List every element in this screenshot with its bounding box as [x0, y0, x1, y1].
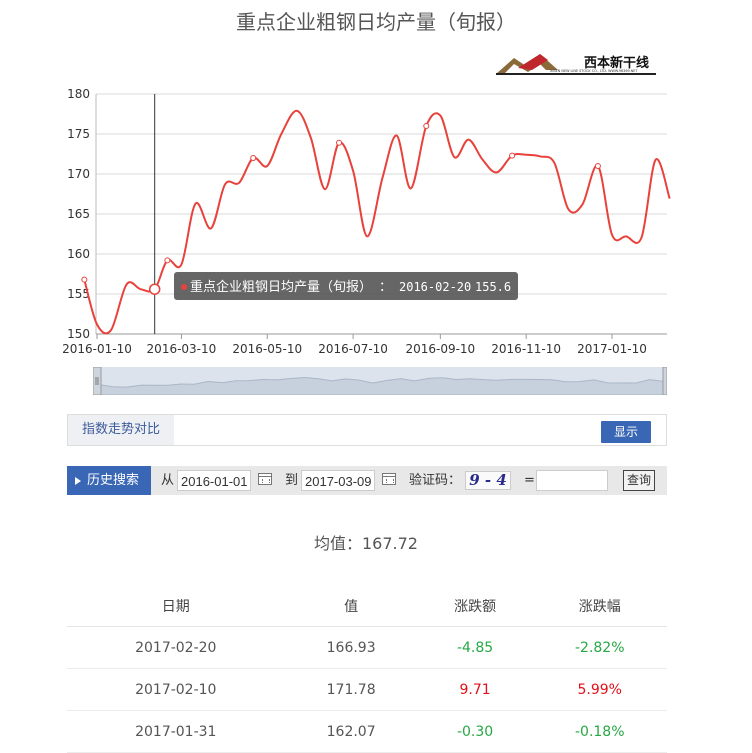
y-tick-label: 150 [67, 327, 90, 341]
index-compare-bar: 指数走势对比 显示 [67, 414, 667, 446]
calendar-icon[interactable] [382, 473, 396, 485]
x-tick-label: 2016-09-10 [405, 342, 475, 356]
chart-tooltip: 重点企业粗钢日均产量（旬报） ： 2016-02-20 155.6 [174, 272, 518, 300]
captcha-answer-input[interactable] [536, 470, 608, 491]
y-tick-label: 170 [67, 167, 90, 181]
cell-pct: 5.99% [532, 668, 667, 711]
x-axis: 2016-01-10 2016-03-10 2016-05-10 2016-07-10… [62, 334, 647, 356]
navigator-right-handle [662, 367, 667, 395]
data-point-markers [81, 123, 601, 295]
table-row: 2017-02-10 171.78 9.71 5.99% [67, 668, 667, 711]
captcha-image: 9 - 4 [465, 471, 511, 490]
mean-value: 均值：167.72 [314, 534, 418, 553]
tooltip-series-name: 重点企业粗钢日均产量（旬报） [190, 279, 372, 295]
data-point [164, 257, 171, 264]
cell-change: -0.30 [417, 710, 533, 753]
history-table: 日期 值 涨跌额 涨跌幅 2017-02-20 166.93 -4.85 -2.… [67, 586, 667, 753]
data-point [336, 139, 343, 146]
cell-date: 2017-01-31 [67, 710, 285, 753]
cell-change: -4.85 [417, 626, 533, 669]
to-label: 到 [285, 473, 299, 488]
cell-value: 162.07 [284, 710, 418, 753]
header-value: 值 [284, 586, 418, 627]
captcha-label: 验证码： [409, 473, 462, 488]
data-point [423, 123, 430, 129]
tooltip-series-dot [181, 284, 187, 290]
tooltip-separator: ： [379, 280, 392, 295]
y-tick-label: 160 [67, 247, 90, 261]
x-tick-label: 2016-03-10 [147, 342, 217, 356]
brand-logo: 西本新干线 XIBEN NEW LINE STOCK CO., LTD. WWW… [496, 54, 656, 75]
range-navigator[interactable] [93, 367, 667, 395]
data-point [594, 163, 601, 169]
x-tick-label: 2016-11-10 [491, 342, 561, 356]
line-chart[interactable]: 150155160165170175180 2016-01-10 2016-03-… [0, 80, 752, 360]
query-button[interactable]: 查询 [623, 470, 655, 491]
from-date-input[interactable]: 2016-01-01 [177, 470, 251, 491]
logo-subtext: XIBEN NEW LINE STOCK CO., LTD. WWW.96369… [550, 69, 638, 73]
x-tick-label: 2017-01-10 [577, 342, 647, 356]
history-search-tab[interactable]: 历史搜索 [67, 466, 151, 495]
calendar-icon[interactable] [258, 473, 272, 485]
cell-change: 9.71 [417, 668, 533, 711]
cell-date: 2017-02-20 [67, 626, 285, 669]
highlighted-point [148, 283, 161, 295]
cell-value: 166.93 [284, 626, 418, 669]
table-row: 2017-02-20 166.93 -4.85 -2.82% [67, 626, 667, 669]
data-point [509, 152, 516, 159]
x-tick-label: 2016-07-10 [318, 342, 388, 356]
header-pct: 涨跌幅 [532, 586, 667, 627]
y-tick-label: 175 [67, 127, 90, 141]
triangle-right-icon [75, 476, 81, 485]
navigator-left-handle [93, 367, 102, 395]
to-date-input[interactable]: 2017-03-09 [301, 470, 375, 491]
cell-pct: -0.18% [532, 710, 667, 753]
history-search-bar: 历史搜索 从 2016-01-01 到 2017-03-09 验证码： 9 - … [67, 466, 667, 495]
cell-date: 2017-02-10 [67, 668, 285, 711]
y-tick-label: 180 [67, 87, 90, 101]
x-tick-label: 2016-05-10 [232, 342, 302, 356]
data-point [81, 276, 88, 283]
cell-value: 171.78 [284, 668, 418, 711]
header-change: 涨跌额 [417, 586, 533, 627]
tooltip-date: 2016-02-20 [399, 280, 471, 294]
table-header-row: 日期 值 涨跌额 涨跌幅 [67, 586, 667, 627]
data-point [250, 155, 257, 161]
from-label: 从 [161, 473, 175, 488]
equals-sign: = [524, 473, 535, 488]
x-tick-label: 2016-01-10 [62, 342, 132, 356]
header-date: 日期 [67, 586, 285, 627]
tooltip-value: 155.6 [475, 280, 511, 294]
show-button[interactable]: 显示 [601, 421, 651, 443]
history-search-label: 历史搜索 [87, 473, 140, 488]
table-row: 2017-01-31 162.07 -0.30 -0.18% [67, 710, 667, 753]
compare-label: 指数走势对比 [68, 415, 174, 445]
y-tick-label: 165 [67, 207, 90, 221]
page-title: 重点企业粗钢日均产量（旬报） [236, 10, 516, 34]
cell-pct: -2.82% [532, 626, 667, 669]
